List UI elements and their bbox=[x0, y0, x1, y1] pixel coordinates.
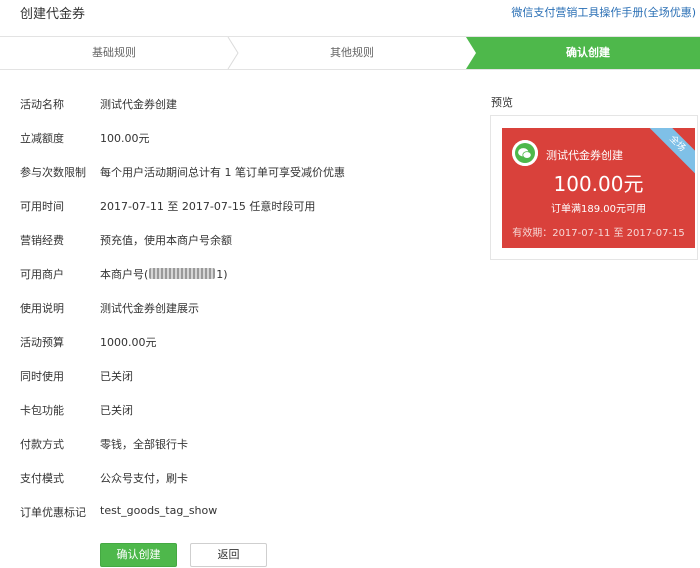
field-value: 1000.00元 bbox=[100, 336, 157, 349]
coupon-condition: 订单满189.00元可用 bbox=[551, 204, 646, 215]
merchant-prefix: 本商户号( bbox=[100, 268, 149, 281]
form-row-card-wallet: 卡包功能 已关闭 bbox=[0, 390, 470, 424]
field-value: 已关闭 bbox=[100, 370, 133, 383]
preview-label: 预览 bbox=[491, 96, 513, 109]
coupon-validity: 有效期：2017-07-11 至 2017-07-15 bbox=[512, 228, 685, 239]
confirm-create-button[interactable]: 确认创建 bbox=[100, 543, 177, 567]
redacted-merchant-id bbox=[149, 268, 216, 279]
form-row-marketing-funds: 营销经费 预充值，使用本商户号余额 bbox=[0, 220, 470, 254]
field-label: 同时使用 bbox=[20, 370, 64, 383]
field-value: test_goods_tag_show bbox=[100, 504, 218, 517]
field-label: 付款方式 bbox=[20, 438, 64, 451]
field-label: 支付模式 bbox=[20, 472, 64, 485]
field-value: 零钱，全部银行卡 bbox=[100, 438, 188, 451]
page-header: 创建代金券 微信支付营销工具操作手册(全场优惠) bbox=[0, 0, 700, 36]
field-label: 立减额度 bbox=[20, 132, 64, 145]
field-value: 测试代金券创建展示 bbox=[100, 302, 199, 315]
step-confirm-create: 确认创建 bbox=[566, 46, 610, 59]
coupon-card: 测试代金券创建 100.00元 订单满189.00元可用 有效期：2017-07… bbox=[502, 128, 695, 248]
wechat-icon bbox=[512, 140, 538, 166]
coupon-preview-panel: 测试代金券创建 100.00元 订单满189.00元可用 有效期：2017-07… bbox=[490, 115, 698, 260]
field-value: 已关闭 bbox=[100, 404, 133, 417]
form-row-activity-name: 活动名称 测试代金券创建 bbox=[0, 84, 470, 118]
form-row-usage-description: 使用说明 测试代金券创建展示 bbox=[0, 288, 470, 322]
form-row-payment-method: 付款方式 零钱，全部银行卡 bbox=[0, 424, 470, 458]
form-row-payment-mode: 支付模式 公众号支付，刷卡 bbox=[0, 458, 470, 492]
field-label: 可用商户 bbox=[20, 268, 64, 281]
form-row-activity-budget: 活动预算 1000.00元 bbox=[0, 322, 470, 356]
summary-form: 活动名称 测试代金券创建 立减额度 100.00元 参与次数限制 每个用户活动期… bbox=[0, 84, 470, 526]
field-value: 公众号支付，刷卡 bbox=[100, 472, 188, 485]
step-indicator: 基础规则 其他规则 确认创建 bbox=[0, 36, 700, 70]
operation-manual-link[interactable]: 微信支付营销工具操作手册(全场优惠) bbox=[511, 4, 696, 20]
field-label: 营销经费 bbox=[20, 234, 64, 247]
back-button[interactable]: 返回 bbox=[190, 543, 267, 567]
field-value: 每个用户活动期间总计有 1 笔订单可享受减价优惠 bbox=[100, 166, 345, 179]
field-label: 使用说明 bbox=[20, 302, 64, 315]
form-row-available-time: 可用时间 2017-07-11 至 2017-07-15 任意时段可用 bbox=[0, 186, 470, 220]
step-basic-rules: 基础规则 bbox=[92, 46, 136, 59]
form-row-stacking: 同时使用 已关闭 bbox=[0, 356, 470, 390]
field-label: 可用时间 bbox=[20, 200, 64, 213]
form-row-usage-limit: 参与次数限制 每个用户活动期间总计有 1 笔订单可享受减价优惠 bbox=[0, 152, 470, 186]
coupon-amount: 100.00元 bbox=[553, 172, 644, 196]
coupon-name: 测试代金券创建 bbox=[546, 149, 623, 162]
field-value: 预充值，使用本商户号余额 bbox=[100, 234, 232, 247]
step-other-rules: 其他规则 bbox=[330, 46, 374, 59]
field-label: 参与次数限制 bbox=[20, 166, 86, 179]
step-divider-1 bbox=[227, 37, 239, 69]
page-title: 创建代金券 bbox=[20, 7, 86, 22]
form-row-goods-tag: 订单优惠标记 test_goods_tag_show bbox=[0, 492, 470, 526]
field-label: 卡包功能 bbox=[20, 404, 64, 417]
field-value: 2017-07-11 至 2017-07-15 任意时段可用 bbox=[100, 200, 316, 213]
form-row-discount-amount: 立减额度 100.00元 bbox=[0, 118, 470, 152]
field-label: 活动名称 bbox=[20, 98, 64, 111]
field-label: 活动预算 bbox=[20, 336, 64, 349]
merchant-suffix: 1) bbox=[216, 268, 228, 281]
field-value: 测试代金券创建 bbox=[100, 98, 177, 111]
field-value: 本商户号( 1) bbox=[100, 266, 228, 282]
field-label: 订单优惠标记 bbox=[20, 506, 86, 519]
form-row-available-merchant: 可用商户 本商户号( 1) bbox=[0, 254, 470, 288]
field-value: 100.00元 bbox=[100, 132, 150, 145]
